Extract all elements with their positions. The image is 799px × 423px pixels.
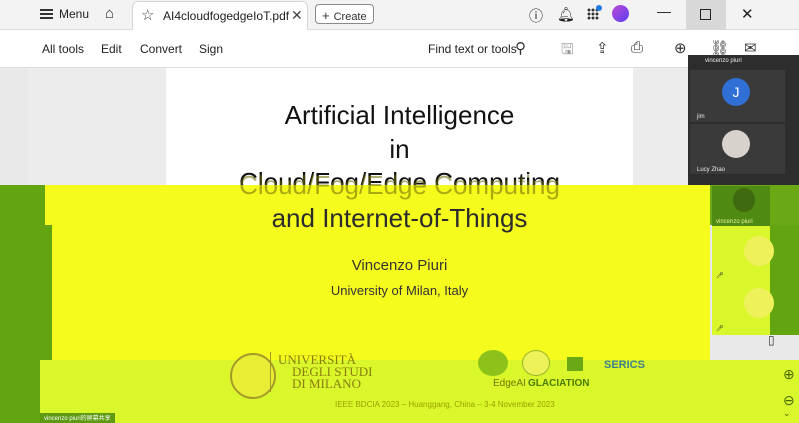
mic-icon: 🎤︎ <box>716 326 724 332</box>
maximize-button[interactable] <box>686 0 726 30</box>
highlight-band <box>0 225 52 367</box>
upload-icon[interactable]: ⇪ <box>596 39 609 57</box>
tab-title: AI4cloudfogedgeIoT.pdf <box>163 9 290 23</box>
chevron-down-icon[interactable]: ⌄ <box>783 408 791 419</box>
author-name: Vincenzo Piuri <box>351 257 448 274</box>
serics-logo-mark <box>567 357 583 371</box>
star-icon[interactable]: ☆ <box>141 6 154 24</box>
mic-icon: 🎤︎ <box>716 273 724 279</box>
document-properties-icon[interactable]: ▯ <box>768 333 775 347</box>
share-user-icon[interactable]: ⊕ <box>674 39 687 57</box>
create-button[interactable]: + Create <box>315 4 374 24</box>
participant-avatar: J <box>722 78 750 106</box>
hamburger-icon <box>40 9 53 19</box>
slide-title-line2: in <box>389 134 410 164</box>
convert-button[interactable]: Convert <box>140 42 182 56</box>
slide-title-line4: and Internet-of-Things <box>271 203 528 233</box>
sign-button[interactable]: Sign <box>199 42 223 56</box>
print-icon[interactable]: ⎙ <box>631 39 643 56</box>
home-icon[interactable]: ⌂ <box>105 5 114 22</box>
slide-title-line1: Artificial Intelligence <box>284 100 515 130</box>
participant-avatar-yellow <box>744 236 774 266</box>
apps-icon[interactable] <box>587 5 602 20</box>
slide-footer: IEEE BDCIA 2023 – Huanggang, China – 3-4… <box>335 400 555 409</box>
close-tab-icon[interactable]: ✕ <box>291 7 303 24</box>
glaciation-logo <box>522 350 550 376</box>
find-tools-button[interactable]: Find text or tools <box>428 42 517 56</box>
participant-name-lucy: Lucy Zhao <box>697 167 726 173</box>
user-avatar[interactable] <box>612 5 629 22</box>
toolbar: All tools Edit Convert Sign Find text or… <box>0 30 799 68</box>
zoom-out-icon[interactable]: ⊖ <box>783 392 795 409</box>
plus-icon: + <box>322 8 330 23</box>
highlight-band <box>0 367 40 423</box>
zoom-in-icon[interactable]: ⊕ <box>783 366 795 383</box>
create-label: Create <box>333 11 367 23</box>
participant-name-jim: jim <box>697 114 705 120</box>
menu-label: Menu <box>59 7 90 21</box>
logo-divider <box>270 352 271 392</box>
close-window-icon[interactable]: ✕ <box>741 5 754 23</box>
help-icon[interactable]: ⓘ <box>529 6 543 26</box>
highlight-band <box>770 225 799 335</box>
search-icon[interactable]: ⚲ <box>515 39 526 57</box>
university-name-line3: DI MILANO <box>292 376 361 391</box>
menu-button[interactable]: Menu <box>40 7 89 21</box>
edgeai-label: EdgeAI <box>493 378 526 389</box>
meeting-header-name: vincenzo piuri <box>705 58 742 64</box>
document-tab[interactable]: ☆ AI4cloudfogedgeIoT.pdf ✕ <box>132 1 308 30</box>
minimize-icon[interactable]: — <box>657 3 671 19</box>
screen-share-label: vincenzo piuri的屏幕共享 <box>40 413 115 423</box>
all-tools-button[interactable]: All tools <box>42 42 84 56</box>
participant-avatar-yellow <box>744 288 774 318</box>
save-icon[interactable]: 🖫︎ <box>561 39 574 64</box>
edgeai-logo <box>478 350 508 376</box>
author-affiliation: University of Milan, Italy <box>330 283 469 298</box>
glaciation-label: GLACIATION <box>528 378 590 389</box>
bell-icon[interactable]: 🔔︎ <box>557 6 575 23</box>
title-bar: Menu ⌂ ☆ AI4cloudfogedgeIoT.pdf ✕ + Creat… <box>0 0 799 30</box>
edit-button[interactable]: Edit <box>101 42 122 56</box>
highlight-band <box>40 360 799 423</box>
slide-title-line3-echo: Cloud/Fog/Edge Computing <box>239 170 560 200</box>
participant-photo <box>722 130 750 158</box>
maximize-icon <box>700 9 711 20</box>
serics-label: SERICS <box>604 359 645 371</box>
participant-video <box>733 188 755 212</box>
participant-name-vincenzo: vincenzo piuri <box>716 219 753 225</box>
